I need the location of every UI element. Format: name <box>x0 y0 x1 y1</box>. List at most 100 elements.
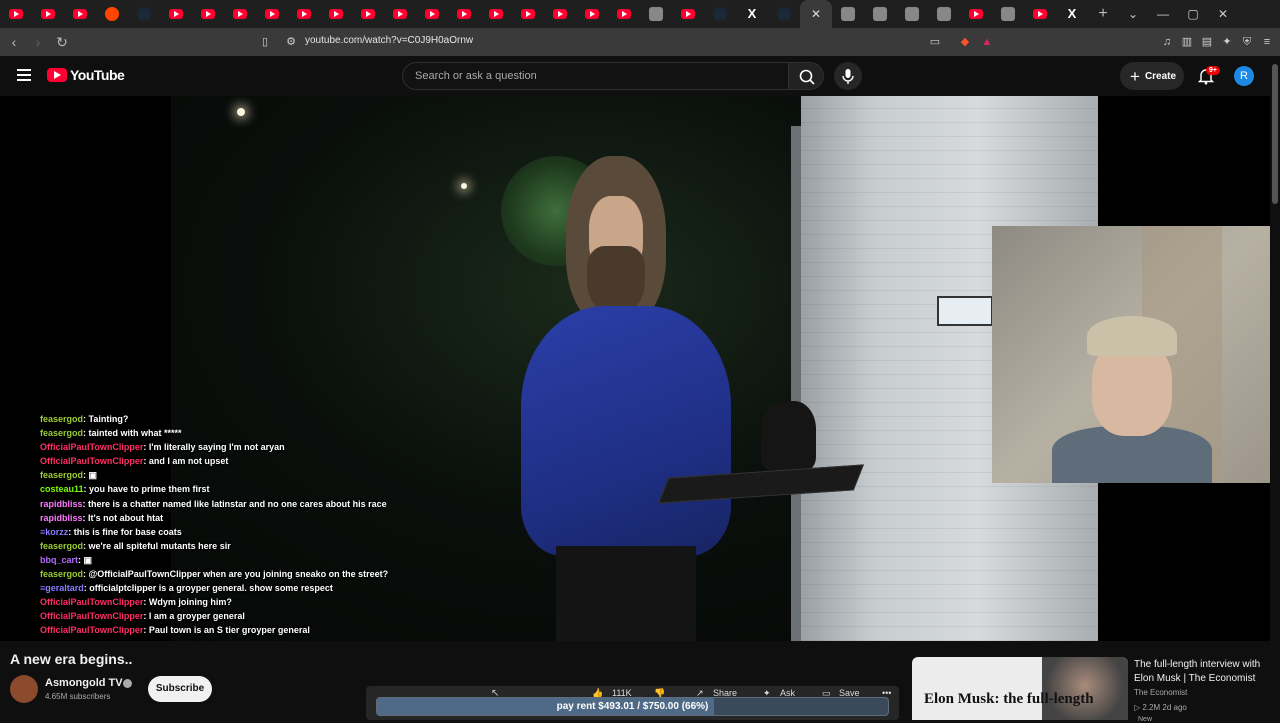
browser-tab[interactable] <box>928 0 960 28</box>
tab-search-icon[interactable]: ⌄ <box>1118 7 1148 21</box>
chat-text: : tainted with what ***** <box>83 428 182 439</box>
hamburger-menu-icon[interactable] <box>17 69 31 81</box>
chat-message: costeau11: you have to prime them first <box>40 482 400 496</box>
suggested-thumbnail-face <box>1042 657 1128 720</box>
suggested-video-title[interactable]: The full-length interview with Elon Musk… <box>1134 658 1264 686</box>
youtube-logo[interactable]: YouTube <box>47 67 125 83</box>
url-field[interactable]: youtube.com/watch?v=C0J9H0aOrnw <box>305 35 473 46</box>
browser-tab[interactable] <box>704 0 736 28</box>
browser-tab[interactable] <box>0 0 32 28</box>
chat-username: feasergod <box>40 470 84 481</box>
person-body <box>521 306 731 556</box>
browser-tab[interactable] <box>640 0 672 28</box>
back-icon[interactable]: ‹ <box>4 34 24 50</box>
reload-icon[interactable]: ↻ <box>52 34 72 51</box>
browser-tab[interactable] <box>576 0 608 28</box>
chat-text: : Paul town is an S tier groyper general <box>143 625 310 636</box>
suggested-video-thumbnail[interactable]: Elon Musk: the full-length <box>912 657 1128 720</box>
video-player[interactable]: feasergod: Tainting? feasergod: tainted w… <box>0 96 1270 641</box>
voice-search-button[interactable] <box>834 62 862 90</box>
leo-icon[interactable]: ✦ <box>1220 35 1234 49</box>
browser-tab[interactable] <box>192 0 224 28</box>
channel-avatar[interactable] <box>10 675 38 703</box>
chat-message: OfficialPaulTownClipper: Paul town is an… <box>40 623 400 637</box>
maximize-icon[interactable]: ▢ <box>1178 7 1208 21</box>
page-scrollbar[interactable] <box>1270 56 1280 720</box>
chat-username: ≡geraltard <box>40 583 84 594</box>
browser-tab[interactable] <box>992 0 1024 28</box>
chat-text: : officialptclipper is a groyper general… <box>83 583 333 594</box>
browser-tab[interactable] <box>128 0 160 28</box>
youtube-favicon-icon <box>297 9 311 19</box>
browser-tab[interactable] <box>672 0 704 28</box>
brave-shield-icon[interactable]: ◆ <box>958 35 972 49</box>
browser-tab[interactable] <box>832 0 864 28</box>
youtube-logo-text: YouTube <box>70 67 125 83</box>
browser-tab[interactable] <box>384 0 416 28</box>
browser-tab[interactable] <box>512 0 544 28</box>
browser-tab[interactable]: X <box>1056 0 1088 28</box>
scrollbar-thumb[interactable] <box>1272 64 1278 204</box>
video-title: A new era begins.. <box>10 651 133 667</box>
reddit-favicon-icon <box>105 7 119 21</box>
misc-favicon-icon <box>937 7 951 21</box>
search-input[interactable]: Search or ask a question <box>402 62 788 90</box>
browser-tab[interactable] <box>416 0 448 28</box>
chat-text: : there is a chatter named like latinsta… <box>82 498 387 509</box>
browser-tab[interactable]: X <box>736 0 768 28</box>
subscribe-button[interactable]: Subscribe <box>148 676 212 702</box>
webcam-hat <box>1087 316 1177 356</box>
brave-rewards-icon[interactable]: ▲ <box>980 35 994 49</box>
channel-name[interactable]: Asmongold TV <box>45 677 123 689</box>
forward-icon[interactable]: › <box>28 34 48 50</box>
browser-tab[interactable] <box>256 0 288 28</box>
chat-text: : someone needs to be left in the sauna … <box>83 640 286 642</box>
menu-icon[interactable]: ≡ <box>1260 35 1274 49</box>
site-info-icon[interactable]: ⚙ <box>284 35 298 49</box>
search-button[interactable] <box>788 62 824 90</box>
browser-tab[interactable] <box>320 0 352 28</box>
chat-text: : you have to prime them first <box>83 484 210 495</box>
chat-username: ≡korzz <box>40 526 69 537</box>
youtube-favicon-icon <box>425 9 439 19</box>
browser-tab[interactable] <box>288 0 320 28</box>
browser-tab[interactable] <box>1024 0 1056 28</box>
chat-username: OfficialPaulTownClipper <box>40 625 144 636</box>
chat-text: : It's not about htat <box>82 512 164 523</box>
sidebar-icon[interactable]: ▥ <box>1180 35 1194 49</box>
create-button[interactable]: + Create <box>1120 62 1184 90</box>
video-light-fixture <box>937 296 993 326</box>
close-window-icon[interactable]: ✕ <box>1208 7 1238 21</box>
media-icon[interactable]: ♫ <box>1160 35 1174 49</box>
browser-tab[interactable] <box>32 0 64 28</box>
browser-tab[interactable] <box>480 0 512 28</box>
browser-tab[interactable] <box>896 0 928 28</box>
browser-tab[interactable]: ✕ <box>800 0 832 28</box>
browser-tab[interactable] <box>960 0 992 28</box>
account-avatar[interactable]: R <box>1234 66 1254 86</box>
browser-tab[interactable] <box>160 0 192 28</box>
microphone-icon <box>842 69 854 84</box>
new-tab-icon[interactable]: + <box>1088 5 1118 23</box>
bookmark-icon[interactable]: ▯ <box>258 35 272 49</box>
youtube-favicon-icon <box>9 9 23 19</box>
browser-tab[interactable] <box>96 0 128 28</box>
browser-tab[interactable] <box>448 0 480 28</box>
youtube-favicon-icon <box>489 9 503 19</box>
browser-tab[interactable] <box>608 0 640 28</box>
search-icon <box>799 69 815 85</box>
browser-tab[interactable] <box>864 0 896 28</box>
wallet-icon[interactable]: ▤ <box>1200 35 1214 49</box>
suggested-video-channel[interactable]: The Economist <box>1134 688 1187 697</box>
browser-tab[interactable] <box>352 0 384 28</box>
minimize-icon[interactable]: — <box>1148 7 1178 21</box>
youtube-favicon-icon <box>169 9 183 19</box>
browser-tab[interactable] <box>544 0 576 28</box>
browser-tab[interactable] <box>64 0 96 28</box>
browser-tab[interactable] <box>768 0 800 28</box>
chat-username: feasergod <box>40 640 83 642</box>
browser-tab[interactable] <box>224 0 256 28</box>
youtube-favicon-icon <box>521 9 535 19</box>
vpn-icon[interactable]: ⛨ <box>1240 35 1254 49</box>
cast-icon[interactable]: ▭ <box>928 35 942 49</box>
